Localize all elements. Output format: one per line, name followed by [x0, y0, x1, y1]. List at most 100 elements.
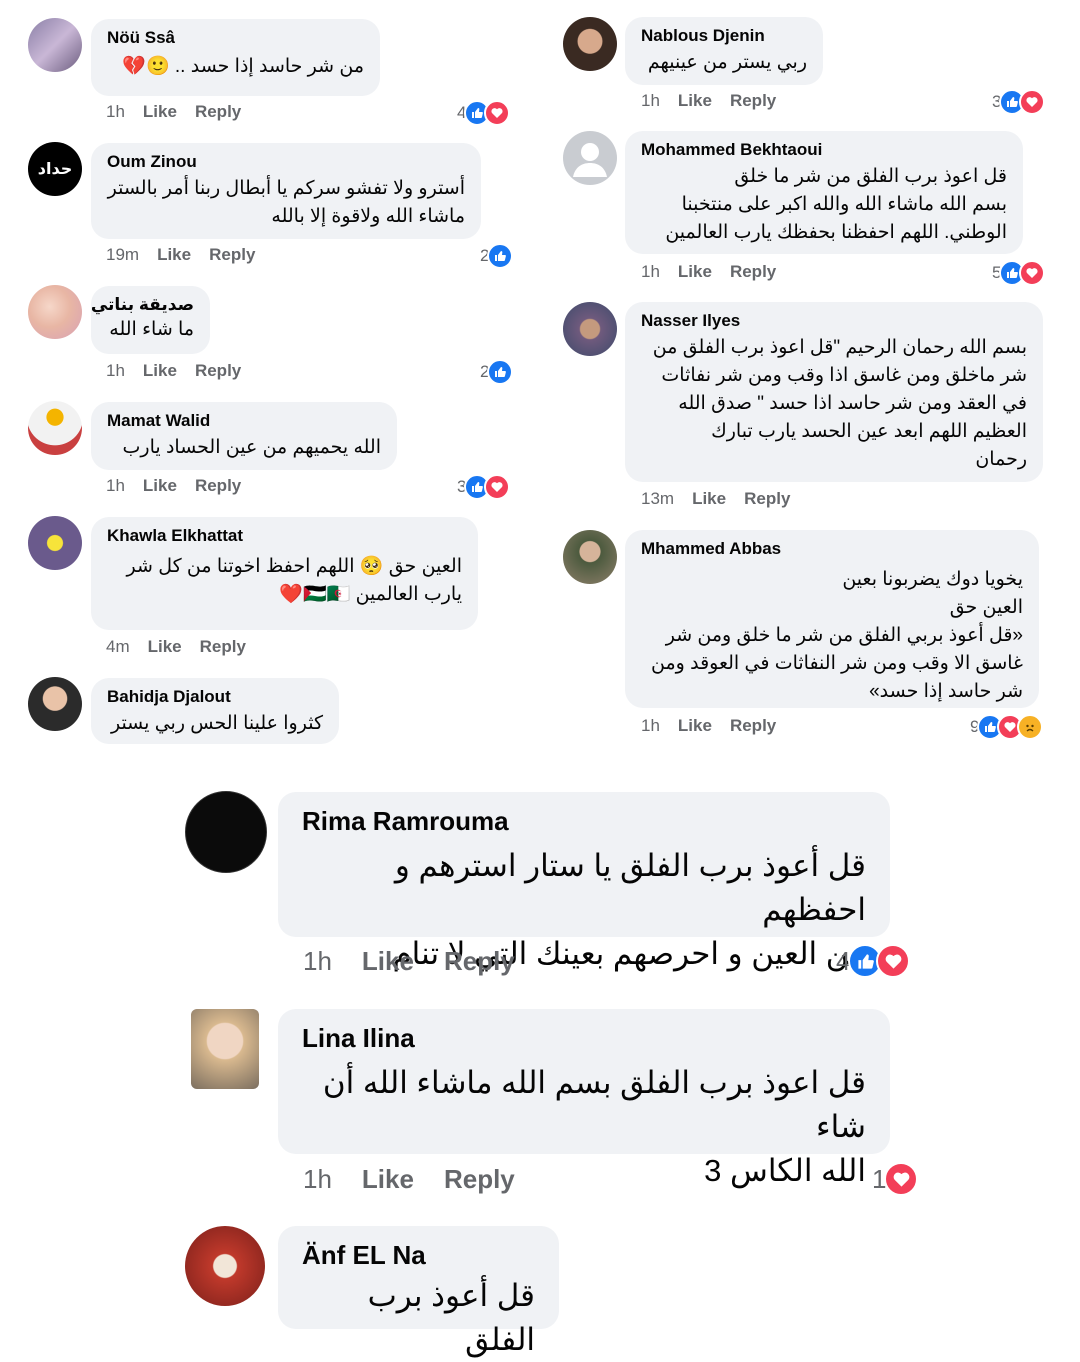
comment-bubble: Bahidja Djalout كثروا علينا الحس ربي يست… — [91, 678, 339, 744]
comment-actions: 1h Like Reply — [303, 1164, 545, 1195]
comment-actions: 1h Like Reply — [106, 476, 259, 496]
comment-time[interactable]: 1h — [641, 716, 660, 735]
like-button[interactable]: Like — [148, 637, 182, 656]
comment-time[interactable]: 1h — [641, 91, 660, 110]
comment-time[interactable]: 1h — [106, 361, 125, 380]
comment-author[interactable]: Mohammed Bekhtaoui — [641, 139, 1007, 161]
comment-time[interactable]: 1h — [106, 476, 125, 495]
reaction-summary[interactable]: 3 — [457, 474, 511, 500]
comment-text: قل أعوذ برب الفلق — [367, 1278, 535, 1357]
comment-actions: 1h Like Reply — [641, 716, 794, 736]
love-reaction-icon — [484, 474, 511, 500]
like-reaction-icon — [487, 359, 514, 385]
reaction-summary[interactable]: 4 — [457, 100, 511, 126]
avatar[interactable] — [563, 17, 617, 71]
reaction-summary[interactable]: 1 — [872, 1162, 919, 1196]
comment-bubble: صديقة بناتي ما شاء الله — [91, 286, 210, 354]
sad-reaction-icon — [1017, 714, 1044, 740]
avatar[interactable] — [28, 285, 82, 339]
comment-bubble: Mamat Walid الله يحميهم من عين الحساد يا… — [91, 402, 397, 470]
reply-button[interactable]: Reply — [195, 476, 241, 495]
love-reaction-icon — [884, 1162, 919, 1196]
avatar[interactable] — [563, 302, 617, 356]
avatar[interactable] — [563, 131, 617, 185]
avatar[interactable]: حداد — [28, 142, 82, 196]
comment-author[interactable]: Nablous Djenin — [641, 25, 807, 47]
reaction-summary[interactable]: 5 — [992, 260, 1046, 286]
comment-bubble: Lina Ilina قل اعوذ برب الفلق بسم الله ما… — [278, 1009, 890, 1188]
like-button[interactable]: Like — [692, 489, 726, 508]
like-button[interactable]: Like — [678, 262, 712, 281]
comment-time[interactable]: 1h — [106, 102, 125, 121]
like-button[interactable]: Like — [678, 91, 712, 110]
like-button[interactable]: Like — [143, 361, 177, 380]
love-reaction-icon — [876, 944, 911, 978]
avatar[interactable] — [28, 677, 82, 731]
love-reaction-icon — [484, 100, 511, 126]
like-button[interactable]: Like — [362, 1164, 414, 1194]
comment-text: قل اعوذ برب الفلق من شر ما خلق بسم الله … — [665, 166, 1007, 243]
comment-author[interactable]: Mhammed Abbas — [641, 538, 1023, 560]
comment-text: بسم الله رحمان الرحيم "قل اعوذ برب الفلق… — [652, 337, 1027, 470]
comment-actions: 13m Like Reply — [641, 489, 808, 509]
reply-button[interactable]: Reply — [730, 91, 776, 110]
comment-text: كثروا علينا الحس ربي يستر — [110, 713, 323, 734]
reaction-summary[interactable]: 9 — [970, 714, 1044, 740]
avatar[interactable] — [28, 401, 82, 455]
comment-time[interactable]: 19m — [106, 245, 139, 264]
reply-button[interactable]: Reply — [195, 361, 241, 380]
comment-actions: 1h Like Reply — [106, 361, 259, 381]
avatar[interactable] — [185, 1226, 265, 1306]
reply-button[interactable]: Reply — [744, 489, 790, 508]
like-button[interactable]: Like — [143, 476, 177, 495]
reply-button[interactable]: Reply — [730, 262, 776, 281]
comment-author[interactable]: Nöü Ssâ — [107, 27, 364, 49]
comment-text: ما شاء الله — [109, 319, 194, 340]
like-button[interactable]: Like — [143, 102, 177, 121]
comment-author[interactable]: Änf EL Na — [302, 1238, 535, 1272]
reaction-summary[interactable]: 4 — [836, 944, 911, 978]
comment-time[interactable]: 1h — [303, 1164, 332, 1194]
comment-time[interactable]: 1h — [303, 946, 332, 976]
comment-actions: 1h Like Reply — [106, 102, 259, 122]
comment-time[interactable]: 13m — [641, 489, 674, 508]
comment-author[interactable]: صديقة بناتي — [91, 294, 194, 316]
comment-author[interactable]: Lina Ilina — [302, 1021, 866, 1055]
comment-author[interactable]: Rima Ramrouma — [302, 804, 866, 838]
avatar[interactable] — [191, 1009, 259, 1089]
comment-author[interactable]: Mamat Walid — [107, 410, 381, 432]
reaction-summary[interactable]: 2 — [480, 243, 514, 269]
comment-author[interactable]: Bahidja Djalout — [107, 686, 323, 708]
like-button[interactable]: Like — [157, 245, 191, 264]
comment-bubble: Oum Zinou أسترو ولا تفشو سركم يا أبطال ر… — [91, 143, 481, 239]
reply-button[interactable]: Reply — [444, 946, 515, 976]
avatar[interactable] — [28, 18, 82, 72]
love-reaction-icon — [1019, 260, 1046, 286]
avatar[interactable] — [563, 530, 617, 584]
like-button[interactable]: Like — [362, 946, 414, 976]
reply-button[interactable]: Reply — [444, 1164, 515, 1194]
avatar[interactable] — [28, 516, 82, 570]
like-button[interactable]: Like — [678, 716, 712, 735]
comment-bubble: Mhammed Abbas يخويا دوك يضربونا بعين الع… — [625, 530, 1039, 708]
reply-button[interactable]: Reply — [730, 716, 776, 735]
reaction-summary[interactable]: 3 — [992, 89, 1046, 115]
avatar[interactable] — [185, 791, 267, 873]
comment-time[interactable]: 4m — [106, 637, 130, 656]
comment-actions: 1h Like Reply — [641, 91, 794, 111]
comment-actions: 4m Like Reply — [106, 637, 264, 657]
comment-author[interactable]: Khawla Elkhattat — [107, 525, 462, 547]
reply-button[interactable]: Reply — [195, 102, 241, 121]
comment-bubble: Nablous Djenin ربي يستر من عينيهم — [625, 17, 823, 85]
reply-button[interactable]: Reply — [200, 637, 246, 656]
reply-button[interactable]: Reply — [209, 245, 255, 264]
comment-time[interactable]: 1h — [641, 262, 660, 281]
comment-author[interactable]: Oum Zinou — [107, 151, 465, 173]
comment-author[interactable]: Nasser Ilyes — [641, 310, 1027, 332]
comment-text: الله يحميهم من عين الحساد يارب — [122, 437, 381, 458]
comment-bubble: Änf EL Na قل أعوذ برب الفلق — [278, 1226, 559, 1357]
comment-bubble: Nasser Ilyes بسم الله رحمان الرحيم "قل ا… — [625, 302, 1043, 482]
comment-text: أسترو ولا تفشو سركم يا أبطال ربنا أمر با… — [107, 178, 465, 227]
comment-actions: 1h Like Reply — [303, 946, 545, 977]
reaction-summary[interactable]: 2 — [480, 359, 514, 385]
